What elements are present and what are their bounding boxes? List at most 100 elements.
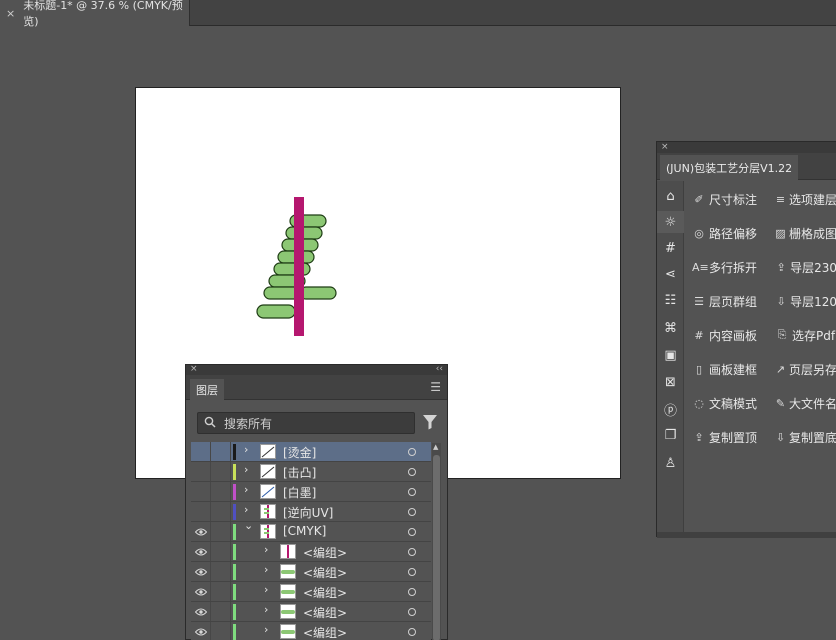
layer-name[interactable]: [逆向UV]: [283, 504, 333, 521]
chevron-right-icon[interactable]: ›: [264, 543, 268, 556]
layer-name[interactable]: [白墨]: [283, 484, 316, 501]
target-icon[interactable]: [408, 528, 416, 536]
visibility-toggle[interactable]: [191, 622, 211, 640]
layer-name[interactable]: <编组>: [303, 624, 347, 640]
target-icon[interactable]: [408, 548, 416, 556]
chevron-right-icon[interactable]: ›: [244, 443, 248, 456]
plugin-button[interactable]: ▨ 栅格成图: [775, 221, 836, 245]
plugin-button[interactable]: ◎ 路径偏移: [692, 221, 774, 245]
chevron-down-icon[interactable]: ⌄: [244, 519, 253, 532]
green-pill[interactable]: [299, 286, 337, 300]
plugin-button[interactable]: ☰ 层页群组: [692, 289, 774, 313]
layer-row[interactable]: ⌄ [CMYK]: [191, 519, 431, 542]
save-icon[interactable]: ▣: [657, 344, 684, 366]
close-icon[interactable]: ×: [661, 142, 669, 152]
layers-scrollbar[interactable]: ▲: [432, 443, 441, 640]
plugin-button[interactable]: ⇩ 导层120: [775, 289, 836, 313]
layer-name[interactable]: [CMYK]: [283, 524, 326, 538]
visibility-toggle[interactable]: [191, 602, 211, 621]
layer-row[interactable]: › [逆向UV]: [191, 502, 431, 522]
hamburger-menu-icon[interactable]: ☰: [430, 380, 441, 394]
close-icon[interactable]: ×: [6, 7, 15, 20]
plugin-button[interactable]: ⇪ 复制置顶: [692, 425, 774, 449]
target-icon[interactable]: [408, 468, 416, 476]
layer-name[interactable]: <编组>: [303, 544, 347, 561]
plugin-panel-title[interactable]: (JUN)包装工艺分层V1.22: [660, 155, 799, 180]
plugin-button[interactable]: ▯ 画板建框: [692, 357, 774, 381]
layer-name[interactable]: <编组>: [303, 564, 347, 581]
lock-toggle[interactable]: [211, 462, 231, 481]
layer-row[interactable]: › <编组>: [191, 622, 431, 640]
stamp-icon[interactable]: ♙: [657, 452, 684, 474]
target-icon[interactable]: [408, 608, 416, 616]
green-pill[interactable]: [256, 304, 296, 319]
search-input[interactable]: 搜索所有: [197, 412, 415, 434]
chevron-right-icon[interactable]: ›: [264, 563, 268, 576]
chevron-right-icon[interactable]: ›: [264, 603, 268, 616]
visibility-toggle[interactable]: [191, 502, 211, 521]
layer-row[interactable]: › [烫金]: [191, 442, 431, 462]
lock-toggle[interactable]: [211, 582, 231, 601]
target-icon[interactable]: [408, 588, 416, 596]
home-icon[interactable]: ⌂: [657, 185, 684, 207]
visibility-toggle[interactable]: [191, 462, 211, 481]
copy-box-icon[interactable]: ❐: [657, 424, 684, 446]
plugin-button[interactable]: # 内容画板: [692, 323, 774, 347]
lock-toggle[interactable]: [211, 562, 231, 581]
target-icon[interactable]: [408, 508, 416, 516]
chevron-right-icon[interactable]: ›: [264, 583, 268, 596]
layer-name[interactable]: [烫金]: [283, 444, 316, 461]
lock-toggle[interactable]: [211, 442, 231, 461]
chevron-right-icon[interactable]: ›: [244, 483, 248, 496]
plugin-button[interactable]: ⇪ 导层230: [775, 255, 836, 279]
lock-toggle[interactable]: [211, 522, 231, 541]
hash-icon[interactable]: #: [657, 237, 684, 259]
plugin-button[interactable]: ≡ 选项建层: [775, 187, 836, 211]
collapse-icon[interactable]: ‹‹: [436, 364, 443, 374]
close-icon[interactable]: ×: [190, 364, 198, 374]
plugin-button[interactable]: ◌ 文稿模式: [692, 391, 774, 415]
plugin-button[interactable]: ⇩ 复制置底: [775, 425, 836, 449]
filter-icon[interactable]: [423, 414, 437, 430]
lock-toggle[interactable]: [211, 542, 231, 561]
lock-toggle[interactable]: [211, 602, 231, 621]
visibility-toggle[interactable]: [191, 542, 211, 561]
target-icon[interactable]: [408, 628, 416, 636]
layer-row[interactable]: › [击凸]: [191, 462, 431, 482]
magenta-bar[interactable]: [294, 197, 304, 336]
plugin-button[interactable]: A≡ 多行拆开: [692, 255, 774, 279]
share-icon[interactable]: ⋖: [657, 263, 684, 285]
visibility-toggle[interactable]: [191, 482, 211, 501]
layer-row[interactable]: › <编组>: [191, 602, 431, 622]
scroll-up-icon[interactable]: ▲: [433, 443, 438, 451]
image-x-icon[interactable]: ⊠: [657, 371, 684, 393]
layer-row[interactable]: › <编组>: [191, 562, 431, 582]
plugin-button[interactable]: ⎘ 选存Pdf: [775, 323, 836, 347]
visibility-toggle[interactable]: [191, 522, 211, 541]
scrollbar-thumb[interactable]: [433, 455, 440, 640]
layer-name[interactable]: [击凸]: [283, 464, 316, 481]
plugin-button[interactable]: ✎ 大文件名: [775, 391, 836, 415]
chevron-right-icon[interactable]: ›: [244, 503, 248, 516]
layer-row[interactable]: › [白墨]: [191, 482, 431, 502]
layer-name[interactable]: <编组>: [303, 584, 347, 601]
target-icon[interactable]: [408, 488, 416, 496]
layer-row[interactable]: › <编组>: [191, 542, 431, 562]
lock-toggle[interactable]: [211, 622, 231, 640]
green-pill[interactable]: [273, 262, 311, 276]
sun-icon[interactable]: ☼: [657, 211, 684, 233]
lock-toggle[interactable]: [211, 502, 231, 521]
list-icon[interactable]: ☷: [657, 289, 684, 311]
chevron-right-icon[interactable]: ›: [244, 463, 248, 476]
p-box-icon[interactable]: ⓟ: [657, 398, 684, 420]
target-icon[interactable]: [408, 448, 416, 456]
layer-row[interactable]: › <编组>: [191, 582, 431, 602]
visibility-toggle[interactable]: [191, 562, 211, 581]
tab-layers[interactable]: 图层: [190, 379, 224, 400]
target-icon[interactable]: [408, 568, 416, 576]
command-icon[interactable]: ⌘: [657, 317, 684, 339]
layer-name[interactable]: <编组>: [303, 604, 347, 621]
plugin-button[interactable]: ✐ 尺寸标注: [692, 187, 774, 211]
lock-toggle[interactable]: [211, 482, 231, 501]
chevron-right-icon[interactable]: ›: [264, 623, 268, 636]
